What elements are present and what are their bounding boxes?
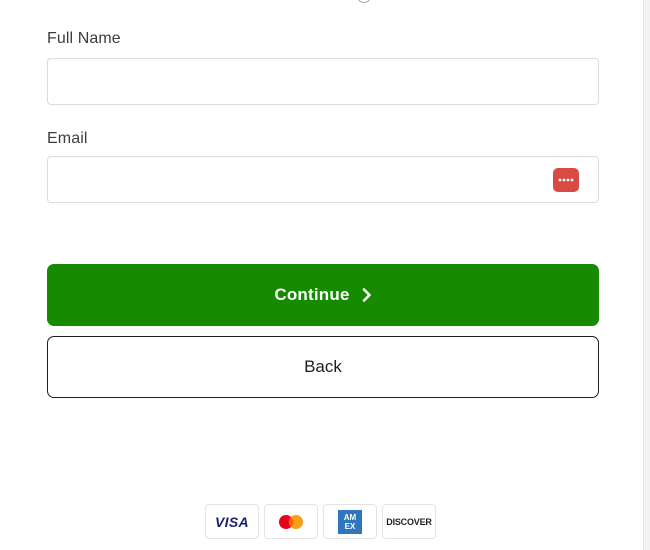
amex-logo-text-bottom: EX	[344, 521, 356, 531]
visa-logo-text: VISA	[215, 513, 249, 530]
email-label: Email	[47, 130, 88, 147]
page-edge	[643, 0, 650, 550]
password-manager-dots-icon[interactable]	[553, 168, 579, 192]
cropped-heading-fragment	[358, 0, 370, 3]
chevron-right-icon	[362, 288, 372, 302]
continue-button-label: Continue	[274, 285, 350, 304]
amex-logo-box: AM EX	[338, 509, 362, 534]
continue-button[interactable]: Continue	[47, 264, 599, 326]
discover-logo-text: DISCOVER	[386, 516, 432, 527]
payment-card-logos: VISA AM EX DISCOVER	[205, 504, 436, 539]
back-button-label: Back	[304, 357, 342, 376]
amex-card-logo: AM EX	[323, 504, 377, 539]
email-input[interactable]	[47, 156, 599, 203]
amex-logo-text-top: AM	[343, 512, 357, 522]
full-name-input[interactable]	[47, 58, 599, 105]
mastercard-logo	[264, 504, 318, 539]
visa-card-logo: VISA	[205, 504, 259, 539]
full-name-label: Full Name	[47, 30, 121, 47]
discover-card-logo: DISCOVER	[382, 504, 436, 539]
back-button[interactable]: Back	[47, 336, 599, 398]
